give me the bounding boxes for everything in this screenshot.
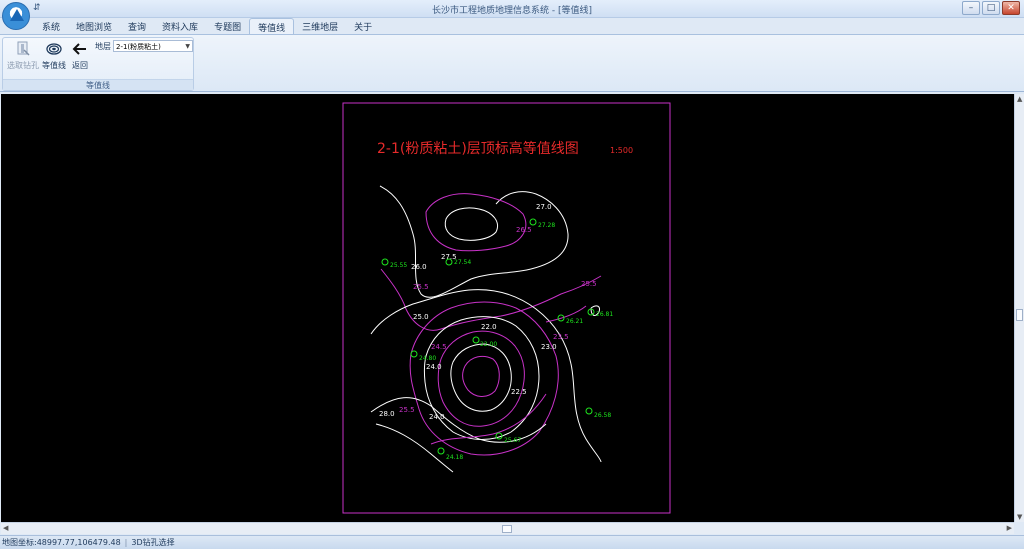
layer-label: 地层 <box>95 42 111 51</box>
chevron-down-icon: ▼ <box>185 43 190 50</box>
borehole-marker[interactable] <box>472 336 480 344</box>
select-borehole-button[interactable]: 选取钻孔 <box>6 41 40 71</box>
contour-label: 23.5 <box>553 333 569 341</box>
horizontal-scroll-thumb[interactable] <box>502 525 512 533</box>
close-button[interactable]: ✕ <box>1002 1 1020 15</box>
scroll-left-icon[interactable]: ◀ <box>3 524 8 532</box>
layer-select[interactable]: 2-1(粉质粘土) ▼ <box>113 40 193 52</box>
contour-group: 选取钻孔 等值线 返回 地层 2-1(粉质粘土) ▼ 等值线 <box>2 37 194 91</box>
app-logo-icon <box>10 9 24 21</box>
borehole-marker[interactable] <box>585 407 593 415</box>
borehole-label: 24.80 <box>419 355 436 362</box>
borehole-label: 25.67 <box>504 437 521 444</box>
layer-select-value: 2-1(粉质粘土) <box>116 43 161 51</box>
app-window: ⇵ 长沙市工程地质地理信息系统 - [等值线] – □ ✕ 系统 地图浏览 查询… <box>0 0 1024 549</box>
title-bar: ⇵ 长沙市工程地质地理信息系统 - [等值线] – □ ✕ <box>0 0 1024 18</box>
horizontal-scrollbar[interactable]: ◀ ▶ <box>1 522 1014 534</box>
contour-label: 23.0 <box>541 343 557 351</box>
tab-3d-strata[interactable]: 三维地层 <box>294 18 346 34</box>
back-button[interactable]: 返回 <box>69 41 91 71</box>
map-title: 2-1(粉质粘土)层顶标高等值线图 <box>377 140 579 157</box>
status-bar: 地图坐标:48997.77,106479.48 | 3D钻孔选择 <box>0 535 1024 549</box>
contour-label: 22.0 <box>481 323 497 331</box>
contour-label: 25.5 <box>581 280 597 288</box>
scroll-down-icon[interactable]: ▼ <box>1017 513 1022 521</box>
contour-map: 2-1(粉质粘土)层顶标高等值线图 1:500 27.0 26.5 27.5 2… <box>342 102 671 514</box>
contour-label: 26.5 <box>516 226 532 234</box>
map-scale: 1:500 <box>610 146 633 155</box>
contour-label: 22.5 <box>511 388 527 396</box>
ribbon-tabs: 系统 地图浏览 查询 资料入库 专题图 等值线 三维地层 关于 <box>34 18 380 34</box>
borehole-marker[interactable] <box>381 258 389 266</box>
contour-label: 25.5 <box>413 283 429 291</box>
tab-query[interactable]: 查询 <box>120 18 154 34</box>
contour-line <box>444 207 498 241</box>
borehole-select-icon <box>17 41 30 56</box>
contour-label: 28.0 <box>379 410 395 418</box>
contour-button[interactable]: 等值线 <box>40 41 68 71</box>
tab-map-browse[interactable]: 地图浏览 <box>68 18 120 34</box>
contour-line <box>430 393 547 445</box>
borehole-marker[interactable] <box>437 447 445 455</box>
app-menu-button[interactable] <box>2 2 30 30</box>
tab-system[interactable]: 系统 <box>34 18 68 34</box>
contour-label: 24.5 <box>431 343 447 351</box>
borehole-label: 24.18 <box>446 454 463 461</box>
borehole-label: 25.55 <box>390 262 407 269</box>
scroll-up-icon[interactable]: ▲ <box>1017 95 1022 103</box>
window-title: 长沙市工程地质地理信息系统 - [等值线] <box>432 6 592 16</box>
tab-thematic-map[interactable]: 专题图 <box>206 18 249 34</box>
borehole-marker[interactable] <box>410 350 418 358</box>
contour-line <box>425 193 527 252</box>
tab-data-import[interactable]: 资料入库 <box>154 18 206 34</box>
borehole-label: 27.54 <box>454 259 471 266</box>
borehole-label: 26.21 <box>566 318 583 325</box>
contour-line <box>423 316 540 440</box>
ribbon-panel: 选取钻孔 等值线 返回 地层 2-1(粉质粘土) ▼ 等值线 <box>0 34 1024 92</box>
contour-label: 25.0 <box>413 313 429 321</box>
borehole-label: 26.81 <box>596 311 613 318</box>
contour-label: 27.0 <box>536 203 552 211</box>
map-coordinates: 地图坐标:48997.77,106479.48 <box>2 538 121 547</box>
contour-label: 24.0 <box>426 363 442 371</box>
minimize-button[interactable]: – <box>962 1 980 15</box>
tab-about[interactable]: 关于 <box>346 18 380 34</box>
contour-label: 25.5 <box>399 406 415 414</box>
contour-line <box>450 343 512 412</box>
maximize-button[interactable]: □ <box>982 1 1000 15</box>
contour-label: 等值线 <box>42 61 66 70</box>
vertical-scroll-thumb[interactable] <box>1016 309 1023 321</box>
status-mode: 3D钻孔选择 <box>131 538 175 547</box>
borehole-label: 22.00 <box>480 341 497 348</box>
contour-label: 26.0 <box>411 263 427 271</box>
arrow-left-icon <box>72 43 86 55</box>
tab-contour[interactable]: 等值线 <box>249 18 295 34</box>
vertical-scrollbar[interactable]: ▲ ▼ <box>1014 94 1024 522</box>
scroll-right-icon[interactable]: ▶ <box>1007 524 1012 532</box>
borehole-label: 26.58 <box>594 412 611 419</box>
borehole-label: 27.28 <box>538 222 555 229</box>
map-canvas[interactable]: 2-1(粉质粘土)层顶标高等值线图 1:500 27.0 26.5 27.5 2… <box>1 94 1014 522</box>
contour-line <box>462 355 500 397</box>
contour-icon <box>46 43 62 55</box>
back-label: 返回 <box>72 61 88 70</box>
select-borehole-label: 选取钻孔 <box>7 61 39 70</box>
group-label: 等值线 <box>3 79 193 90</box>
contour-label: 24.0 <box>429 413 445 421</box>
borehole-marker[interactable] <box>529 218 537 226</box>
